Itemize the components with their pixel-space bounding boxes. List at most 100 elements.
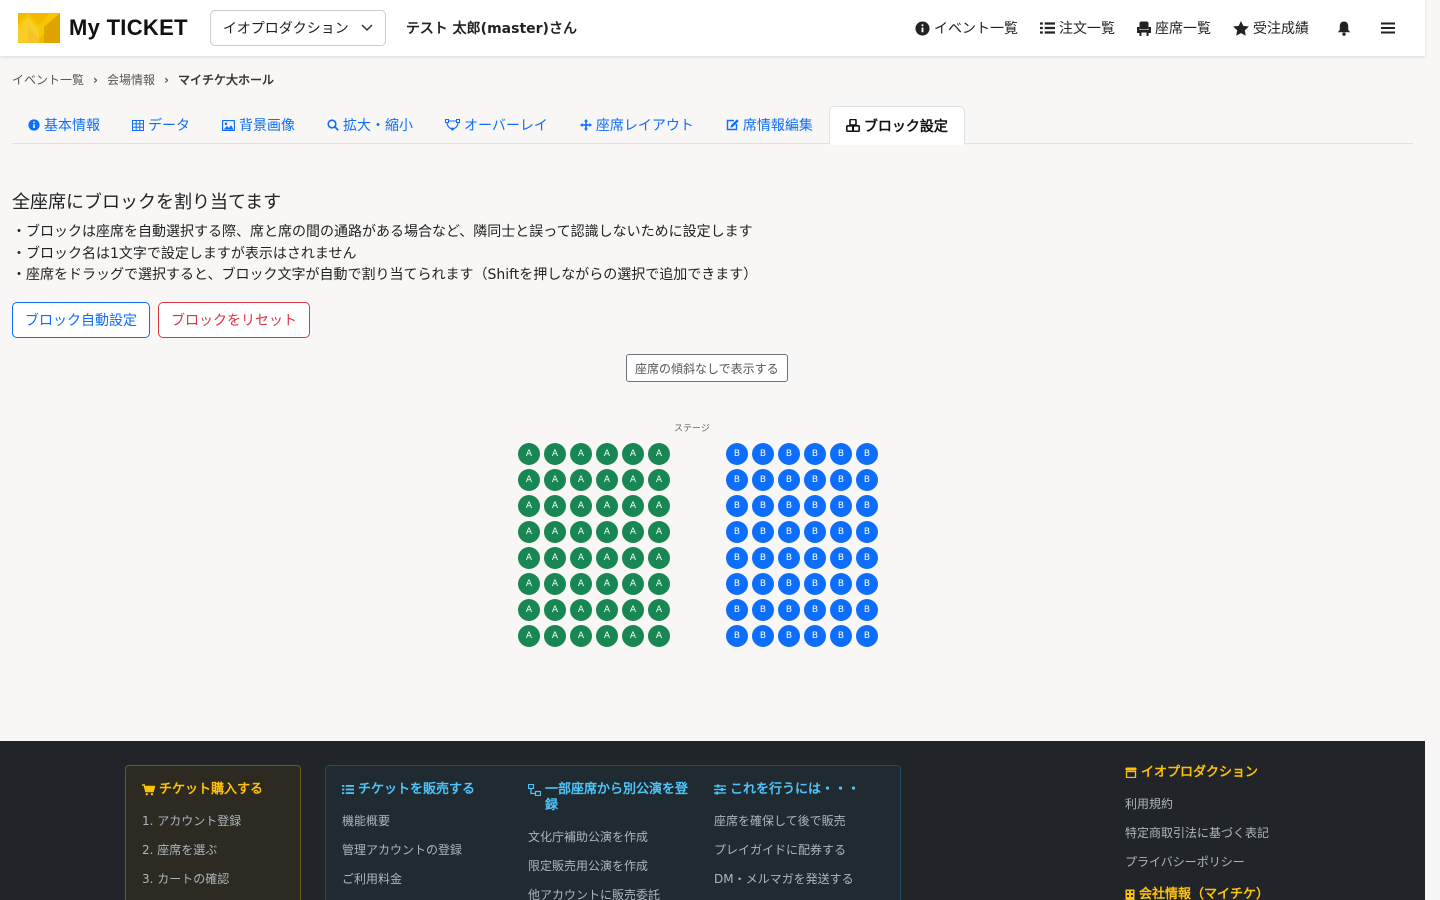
seat[interactable]: A — [596, 573, 618, 595]
seat[interactable]: A — [648, 599, 670, 621]
footer-link[interactable]: 利用規約 — [1125, 790, 1269, 819]
seat[interactable]: B — [830, 625, 852, 647]
seat[interactable]: B — [778, 573, 800, 595]
seat[interactable]: A — [544, 625, 566, 647]
seat[interactable]: A — [570, 547, 592, 569]
seat[interactable]: B — [752, 573, 774, 595]
seat[interactable]: B — [856, 547, 878, 569]
seat[interactable]: A — [622, 599, 644, 621]
footer-link[interactable]: 3. カートの確認 — [142, 865, 263, 894]
auto-block-button[interactable]: ブロック自動設定 — [12, 302, 150, 338]
seat[interactable]: A — [570, 573, 592, 595]
footer-link[interactable]: DM・メルマガを発送する — [714, 865, 884, 894]
seat[interactable]: B — [726, 599, 748, 621]
seat[interactable]: B — [830, 443, 852, 465]
footer-link[interactable]: 管理アカウントの登録 — [342, 836, 512, 865]
seat[interactable]: B — [726, 469, 748, 491]
seat[interactable]: A — [570, 495, 592, 517]
footer-link[interactable]: プライバシーポリシー — [1125, 848, 1269, 877]
seat[interactable]: B — [752, 521, 774, 543]
seat[interactable]: A — [596, 599, 618, 621]
notifications-button[interactable] — [1337, 20, 1351, 36]
tab-zoom[interactable]: 拡大・縮小 — [311, 106, 429, 144]
seat[interactable]: B — [778, 495, 800, 517]
seat[interactable]: A — [544, 469, 566, 491]
seat[interactable]: B — [856, 495, 878, 517]
footer-link[interactable]: 他アカウントに販売委託 — [528, 881, 698, 900]
seat[interactable]: A — [544, 495, 566, 517]
seat[interactable]: B — [856, 521, 878, 543]
seat[interactable]: A — [544, 599, 566, 621]
tab-background-image[interactable]: 背景画像 — [206, 106, 311, 144]
nav-orders[interactable]: 注文一覧 — [1040, 18, 1115, 38]
seat[interactable]: A — [648, 625, 670, 647]
tab-data[interactable]: データ — [116, 106, 206, 144]
seat[interactable]: B — [752, 599, 774, 621]
seat[interactable]: B — [778, 547, 800, 569]
breadcrumb-events[interactable]: イベント一覧 — [12, 71, 84, 88]
footer-link[interactable]: 機能概要 — [342, 807, 512, 836]
seat[interactable]: A — [622, 625, 644, 647]
seat[interactable]: B — [778, 599, 800, 621]
seat[interactable]: B — [804, 599, 826, 621]
seat[interactable]: A — [518, 495, 540, 517]
seat[interactable]: A — [648, 495, 670, 517]
seat[interactable]: A — [518, 469, 540, 491]
seat[interactable]: B — [752, 495, 774, 517]
reset-block-button[interactable]: ブロックをリセット — [158, 302, 310, 338]
seat[interactable]: B — [778, 521, 800, 543]
seat[interactable]: B — [804, 573, 826, 595]
seat[interactable]: A — [622, 469, 644, 491]
seat[interactable]: A — [570, 469, 592, 491]
footer-link[interactable]: 2. 座席を選ぶ — [142, 836, 263, 865]
footer-link[interactable]: ご利用料金 — [342, 865, 512, 894]
seat[interactable]: B — [726, 625, 748, 647]
seat[interactable]: A — [544, 443, 566, 465]
seat[interactable]: B — [804, 469, 826, 491]
seat[interactable]: B — [856, 469, 878, 491]
seat[interactable]: B — [830, 469, 852, 491]
footer-link[interactable]: プレイガイドに配券する — [714, 836, 884, 865]
seat[interactable]: B — [804, 547, 826, 569]
seat[interactable]: A — [518, 521, 540, 543]
seat[interactable]: B — [726, 443, 748, 465]
seat[interactable]: A — [596, 625, 618, 647]
seat[interactable]: B — [726, 521, 748, 543]
seat[interactable]: A — [596, 547, 618, 569]
seat[interactable]: A — [648, 573, 670, 595]
menu-button[interactable] — [1381, 22, 1395, 34]
seat[interactable]: B — [856, 625, 878, 647]
seat[interactable]: B — [726, 573, 748, 595]
seat[interactable]: B — [804, 625, 826, 647]
seat[interactable]: A — [622, 521, 644, 543]
seat[interactable]: A — [596, 495, 618, 517]
tab-seat-edit[interactable]: 席情報編集 — [710, 106, 829, 144]
seat[interactable]: B — [778, 469, 800, 491]
seat[interactable]: B — [856, 599, 878, 621]
tab-seat-layout[interactable]: 座席レイアウト — [564, 106, 710, 144]
seat[interactable]: B — [752, 547, 774, 569]
seat[interactable]: B — [752, 469, 774, 491]
no-tilt-view-button[interactable]: 座席の傾斜なしで表示する — [626, 354, 788, 382]
seat[interactable]: B — [804, 443, 826, 465]
seat[interactable]: B — [830, 521, 852, 543]
footer-link[interactable]: 座席を確保して後で販売 — [714, 807, 884, 836]
logo[interactable]: My TICKET — [18, 13, 188, 43]
breadcrumb-venue[interactable]: 会場情報 — [107, 71, 155, 88]
seat[interactable]: A — [596, 469, 618, 491]
seat[interactable]: A — [622, 547, 644, 569]
tab-basic-info[interactable]: 基本情報 — [12, 106, 116, 144]
seat[interactable]: A — [648, 443, 670, 465]
seat[interactable]: B — [856, 443, 878, 465]
nav-seats[interactable]: 座席一覧 — [1137, 18, 1211, 38]
seat[interactable]: B — [778, 625, 800, 647]
seat[interactable]: A — [648, 469, 670, 491]
seat[interactable]: A — [570, 599, 592, 621]
footer-link[interactable]: 文化庁補助公演を作成 — [528, 823, 698, 852]
seat[interactable]: A — [518, 443, 540, 465]
seat-block-b[interactable]: BBBBBBBBBBBBBBBBBBBBBBBBBBBBBBBBBBBBBBBB… — [726, 443, 878, 647]
seat[interactable]: B — [856, 573, 878, 595]
seat[interactable]: B — [778, 443, 800, 465]
seat[interactable]: A — [518, 599, 540, 621]
seat[interactable]: A — [544, 521, 566, 543]
